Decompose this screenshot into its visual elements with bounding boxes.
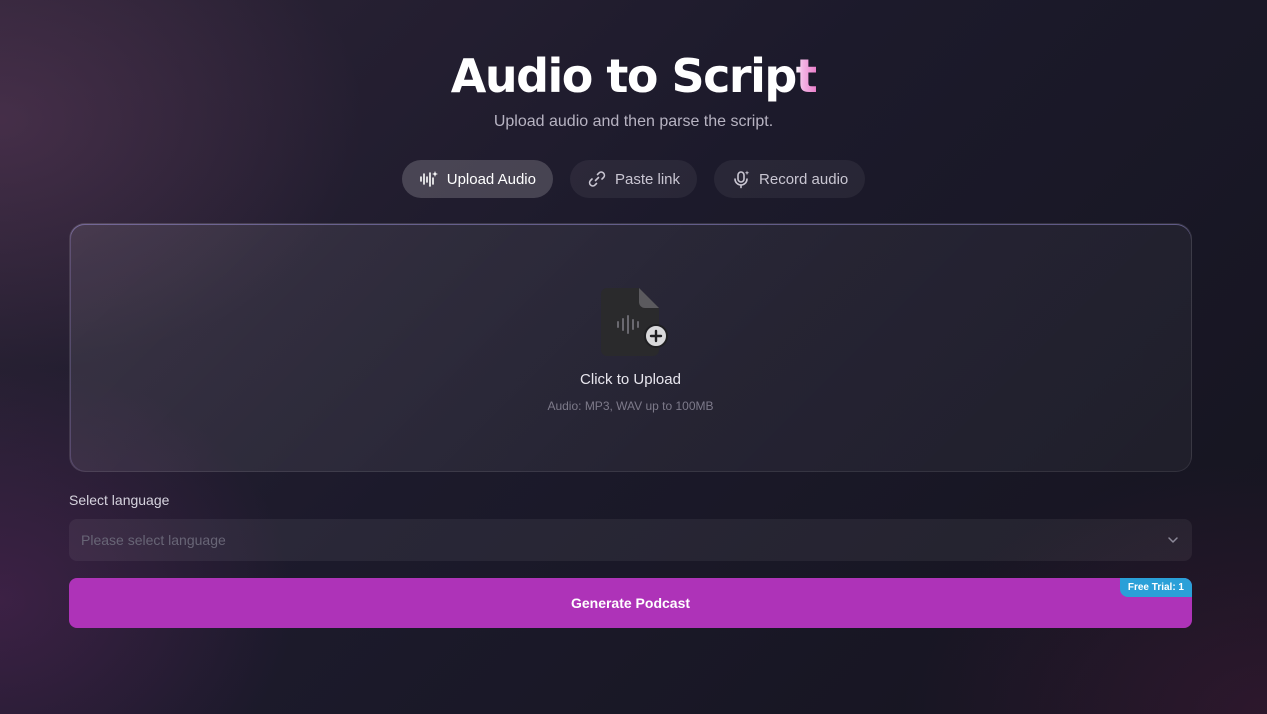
page-title: Audio to Script	[0, 48, 1267, 104]
page-title-main: Audio to Scrip	[450, 49, 798, 103]
tab-upload-audio[interactable]: Upload Audio	[401, 160, 553, 198]
microphone-icon	[734, 170, 750, 189]
chevron-down-icon	[1168, 537, 1178, 543]
generate-podcast-label: Generate Podcast	[570, 595, 691, 611]
tab-upload-audio-label: Upload Audio	[446, 170, 536, 188]
tab-paste-link-label: Paste link	[614, 170, 681, 188]
upload-title: Click to Upload	[580, 371, 681, 388]
tab-record-audio-label: Record audio	[759, 170, 849, 188]
input-mode-tabs: Upload Audio Paste link Record audio	[0, 160, 1267, 198]
tab-record-audio[interactable]: Record audio	[714, 160, 866, 198]
audio-file-add-icon	[601, 288, 668, 356]
free-trial-badge: Free Trial: 1	[1119, 578, 1192, 597]
language-label: Select language	[69, 492, 170, 508]
upload-hint: Audio: MP3, WAV up to 100MB	[547, 399, 714, 413]
language-select-placeholder: Please select language	[81, 532, 226, 548]
link-icon	[588, 171, 606, 187]
audio-sparkle-icon	[419, 171, 438, 187]
generate-podcast-button[interactable]: Generate Podcast Free Trial: 1	[69, 578, 1192, 628]
page-subtitle: Upload audio and then parse the script.	[493, 113, 774, 130]
tab-paste-link[interactable]: Paste link	[569, 160, 698, 198]
language-select[interactable]: Please select language	[69, 519, 1192, 561]
page-title-accent: t	[795, 49, 818, 103]
upload-dropzone[interactable]: Click to Upload Audio: MP3, WAV up to 10…	[69, 223, 1192, 472]
